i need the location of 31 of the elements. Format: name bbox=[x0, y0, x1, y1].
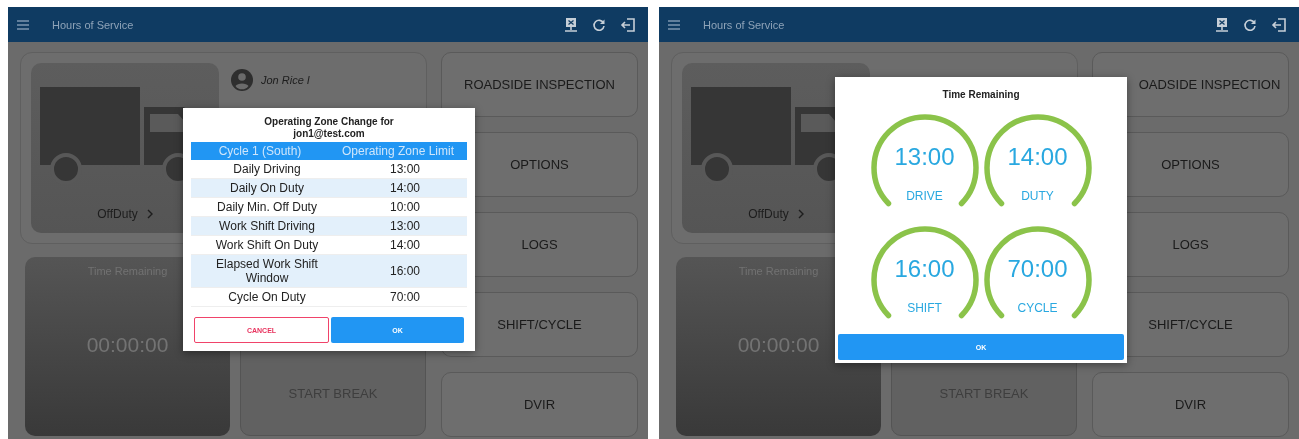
duty-status: OffDuty bbox=[748, 207, 789, 221]
gauge-value: 13:00 bbox=[894, 143, 955, 171]
dialog-title: Time Remaining bbox=[941, 89, 1021, 101]
table-cell-text: Elapsed Work Shift Window bbox=[215, 256, 319, 287]
gauge-value: 14:00 bbox=[1007, 143, 1068, 171]
app-title: Hours of Service bbox=[703, 18, 785, 31]
table-cell-text: Daily Min. Off Duty bbox=[216, 199, 318, 216]
dialog-email: jon1@test.com bbox=[292, 128, 366, 140]
table-cell-text: 13:00 bbox=[389, 219, 421, 233]
gauge-value: 70:00 bbox=[1007, 255, 1068, 283]
table-cell-text: 70:00 bbox=[389, 290, 421, 304]
duty-status: OffDuty bbox=[97, 207, 138, 221]
column-header: Cycle 1 (South) bbox=[217, 144, 303, 158]
table-cell-text: Work Shift On Duty bbox=[214, 237, 320, 254]
gauge-label: DUTY bbox=[1021, 189, 1054, 203]
table-cell-text: Work Shift Driving bbox=[218, 218, 316, 235]
app-title: Hours of Service bbox=[52, 18, 134, 31]
gauge-label: CYCLE bbox=[1017, 301, 1058, 315]
dialog-title: Operating Zone Change for bbox=[263, 116, 395, 128]
driver-name: Jon Rice I bbox=[261, 74, 310, 86]
table-cell-text: Daily Driving bbox=[232, 161, 302, 178]
table-cell-text: 14:00 bbox=[389, 181, 421, 195]
table-cell-text: 16:00 bbox=[389, 264, 421, 278]
table-cell-text: 14:00 bbox=[389, 238, 421, 252]
gauge-label: DRIVE bbox=[906, 189, 943, 203]
gauge-value: 16:00 bbox=[894, 255, 955, 283]
table-cell-text: 10:00 bbox=[389, 200, 421, 214]
table-cell-text: Cycle On Duty bbox=[227, 289, 307, 306]
table-cell-text: 13:00 bbox=[389, 162, 421, 176]
gauge-label: SHIFT bbox=[907, 301, 942, 315]
table-cell-text: Daily On Duty bbox=[229, 180, 305, 197]
